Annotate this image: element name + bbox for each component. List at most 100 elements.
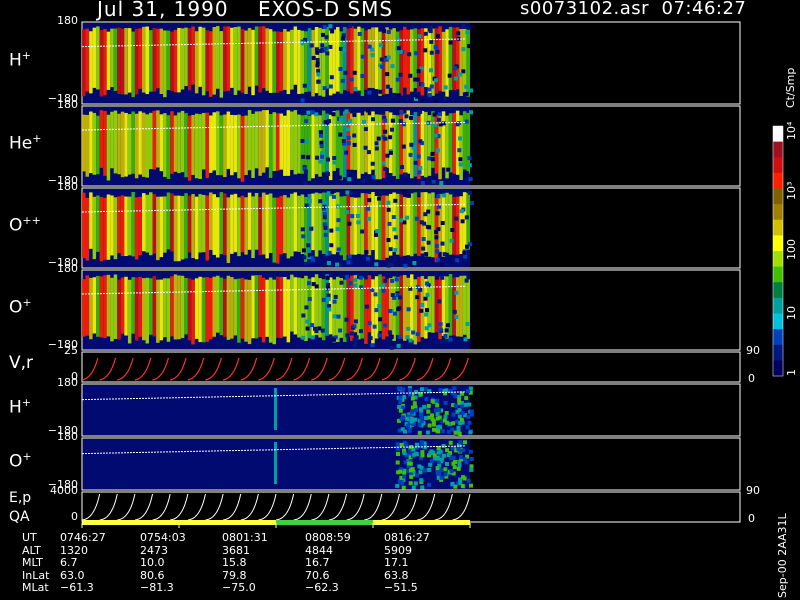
spectrogram-column (230, 277, 234, 339)
spectrogram-column (156, 196, 160, 261)
spectrogram-pixel (435, 412, 440, 417)
spectrogram-pixel (425, 292, 430, 297)
y-tick-max-0: 180 (57, 14, 78, 27)
spectrogram-pixel (409, 419, 414, 424)
spectrogram-pixel (376, 136, 381, 141)
spectrogram-pixel (448, 440, 453, 445)
spectrogram-pixel (400, 165, 404, 170)
spectrogram-column (293, 192, 298, 252)
spectrogram-pixel (430, 417, 435, 422)
spectrogram-column (237, 278, 241, 343)
spectrogram-column (413, 192, 418, 254)
spectrogram-column (244, 279, 248, 342)
spectrogram-pixel (342, 42, 347, 47)
spectrogram-pixel (345, 210, 350, 215)
spectrogram-pixel (443, 467, 448, 472)
spectrogram-pixel (318, 159, 323, 164)
spectrogram-column (251, 196, 255, 259)
spectrogram-pixel (465, 425, 470, 430)
spectrogram-column (142, 112, 146, 177)
spectrogram-column (272, 197, 276, 263)
spectrogram-pixel (397, 334, 402, 339)
spectrogram-column (113, 274, 118, 339)
spectrogram-column (233, 279, 238, 336)
spectrogram-pixel (416, 154, 421, 159)
spectrogram-pixel (440, 275, 445, 280)
spectrogram-column (177, 112, 181, 174)
spectrogram-pixel (465, 30, 470, 35)
ephemeris-cell: 3681 (222, 543, 250, 557)
spectrogram-pixel (415, 94, 420, 99)
spectrogram-pixel (417, 422, 422, 427)
spectrogram-pixel (301, 313, 306, 318)
spectrogram-pixel (347, 254, 352, 259)
spectrogram-column (89, 31, 93, 94)
spectrogram-column (233, 26, 238, 95)
spectrogram-column (138, 196, 142, 255)
spectrogram-pixel (383, 166, 388, 171)
spectrogram-column (300, 194, 305, 254)
spectrogram-pixel (446, 167, 451, 172)
spectrogram-pixel (444, 328, 449, 333)
spectrogram-pixel (370, 343, 375, 348)
spectrogram-column (240, 115, 245, 182)
spectrogram-column (170, 276, 174, 337)
spectrogram-column (254, 192, 259, 250)
spectrogram-column (346, 277, 350, 337)
spectrogram-pixel (433, 123, 438, 128)
spectrogram-pixel (428, 462, 433, 467)
spectrogram-pixel (450, 228, 455, 232)
spectrogram-pixel (407, 427, 412, 432)
colorbar-segment (773, 219, 783, 236)
spectrogram-pixel (464, 278, 469, 283)
spectrogram-pixel (429, 68, 433, 73)
spectrogram-pixel (373, 292, 378, 297)
spectrogram-pixel (386, 238, 391, 242)
spectrogram-column (184, 193, 188, 259)
spectrogram-column (194, 31, 199, 94)
spectrogram-pixel (457, 148, 462, 153)
spectrogram-column (191, 114, 195, 175)
spectrogram-pixel (437, 299, 442, 304)
spectrogram-column (304, 114, 308, 174)
spectrogram-column (364, 279, 368, 345)
spectrogram-pixel (338, 67, 343, 71)
spectrogram-column (276, 31, 280, 93)
spectrogram-pixel (363, 127, 368, 131)
colorbar-segment (773, 157, 783, 174)
spectrogram-pixel (422, 221, 427, 226)
spectrogram-pixel (348, 24, 353, 28)
spectrogram-column (201, 194, 206, 253)
spectrogram-pixel (327, 307, 332, 312)
spectrogram-pixel (398, 295, 402, 300)
ephemeris-cell: 0754:03 (140, 531, 186, 544)
spectrogram-pixel (396, 343, 401, 348)
spectrogram-pixel (388, 135, 393, 140)
spectrogram-column (406, 110, 410, 174)
spectrogram-column (131, 111, 135, 174)
spectrogram-column (82, 114, 86, 172)
spectrogram-pixel (310, 110, 315, 115)
spectrogram-column (311, 114, 315, 179)
spectrogram-column (371, 192, 375, 251)
spectrogram-pixel (395, 460, 400, 465)
spectrogram-pixel (431, 179, 436, 184)
spectrogram-pixel (392, 227, 397, 232)
spectrogram-column (219, 115, 224, 176)
spectrogram-column (240, 195, 245, 253)
spectrogram-column (353, 28, 358, 92)
spectrogram-column (311, 29, 315, 97)
spectrogram-pixel (445, 323, 450, 328)
spectrogram-column (173, 274, 178, 340)
spectrogram-column (163, 278, 167, 338)
spectrogram-pixel (390, 118, 395, 123)
spectrogram-pixel (396, 46, 401, 51)
spectrogram-pixel (420, 387, 424, 392)
spectrogram-pixel (463, 337, 468, 342)
spectrogram-pixel (398, 395, 403, 400)
spectrogram-pixel (399, 218, 403, 223)
spectrogram-column (110, 277, 114, 342)
spectrogram-pixel (425, 281, 429, 286)
spectrogram-pixel (401, 415, 406, 420)
ephemeris-row-label: MLat (22, 581, 49, 594)
